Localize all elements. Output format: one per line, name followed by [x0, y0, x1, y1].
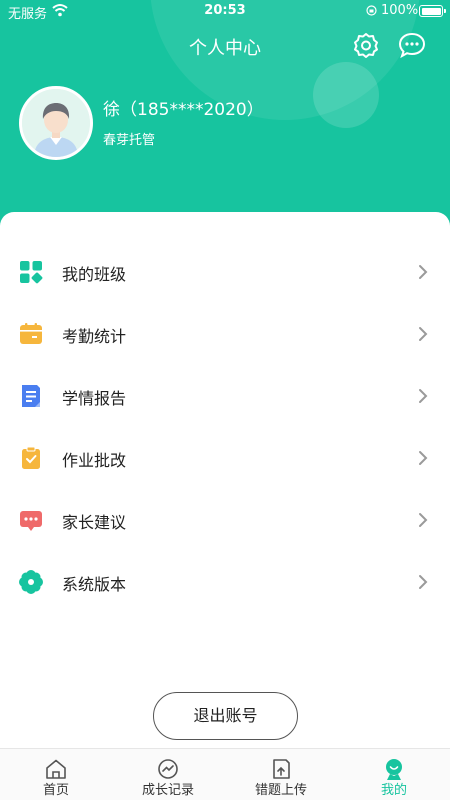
home-icon: [46, 759, 66, 779]
chevron-right-icon: [419, 327, 428, 341]
calendar-icon: [20, 323, 42, 344]
avatar[interactable]: [19, 86, 93, 160]
battery-icon: [419, 5, 446, 17]
menu-item-label: 学情报告: [62, 389, 127, 408]
rotation-lock-icon: [366, 5, 377, 16]
chevron-right-icon: [419, 451, 428, 465]
menu-item-label: 系统版本: [62, 575, 127, 594]
chevron-right-icon: [419, 389, 428, 403]
status-bar: 无服务 20:53 100%: [0, 0, 450, 22]
menu-item-label: 家长建议: [62, 513, 127, 532]
tab-label: 首页: [42, 783, 69, 798]
clipboard-check-icon: [22, 446, 40, 469]
battery-percent: 100%: [381, 3, 419, 18]
menu-item-study-report[interactable]: 学情报告: [0, 368, 450, 424]
profile-header: 无服务 20:53 100% 个人中心 徐（185****2020） 春芽托管: [0, 0, 450, 230]
gear-icon[interactable]: [352, 31, 380, 59]
chevron-right-icon: [419, 575, 428, 589]
menu-item-homework-grading[interactable]: 作业批改: [0, 430, 450, 486]
tab-label: 错题上传: [254, 783, 307, 798]
report-icon: [22, 385, 40, 407]
menu-item-label: 考勤统计: [62, 327, 127, 346]
growth-icon: [158, 759, 178, 779]
tab-growth-records[interactable]: 成长记录: [112, 749, 224, 800]
header-decoration-small: [313, 62, 379, 128]
menu-item-label: 作业批改: [62, 451, 127, 470]
page-title: 个人中心: [189, 38, 261, 59]
tab-mine[interactable]: 我的: [338, 749, 450, 800]
upload-note-icon: [273, 759, 290, 779]
user-name: 徐（185****2020）: [103, 100, 264, 120]
bottom-tab-bar: 首页 成长记录 错题上传 我的: [0, 748, 450, 800]
menu-item-label: 我的班级: [62, 265, 127, 284]
tab-label: 成长记录: [141, 783, 194, 798]
chat-bubble-icon[interactable]: [398, 31, 426, 59]
menu-item-parent-suggestions[interactable]: 家长建议: [0, 492, 450, 548]
tab-mistake-upload[interactable]: 错题上传: [225, 749, 337, 800]
chevron-right-icon: [419, 265, 428, 279]
comment-icon: [20, 511, 42, 531]
flower-icon: [19, 570, 43, 594]
menu-item-system-version[interactable]: 系统版本: [0, 554, 450, 610]
user-organization: 春芽托管: [103, 133, 156, 148]
avatar-illustration-icon: [22, 89, 90, 157]
grid-icon: [20, 261, 43, 284]
menu-card: 我的班级 考勤统计 学情报告 作业批改 家长建议 系统版本: [0, 212, 450, 752]
chevron-right-icon: [419, 513, 428, 527]
menu-item-attendance[interactable]: 考勤统计: [0, 306, 450, 362]
logout-button[interactable]: 退出账号: [153, 692, 298, 740]
tab-home[interactable]: 首页: [0, 749, 112, 800]
tab-label: 我的: [380, 783, 407, 798]
menu-item-my-class[interactable]: 我的班级: [0, 244, 450, 300]
profile-icon: [386, 759, 402, 780]
